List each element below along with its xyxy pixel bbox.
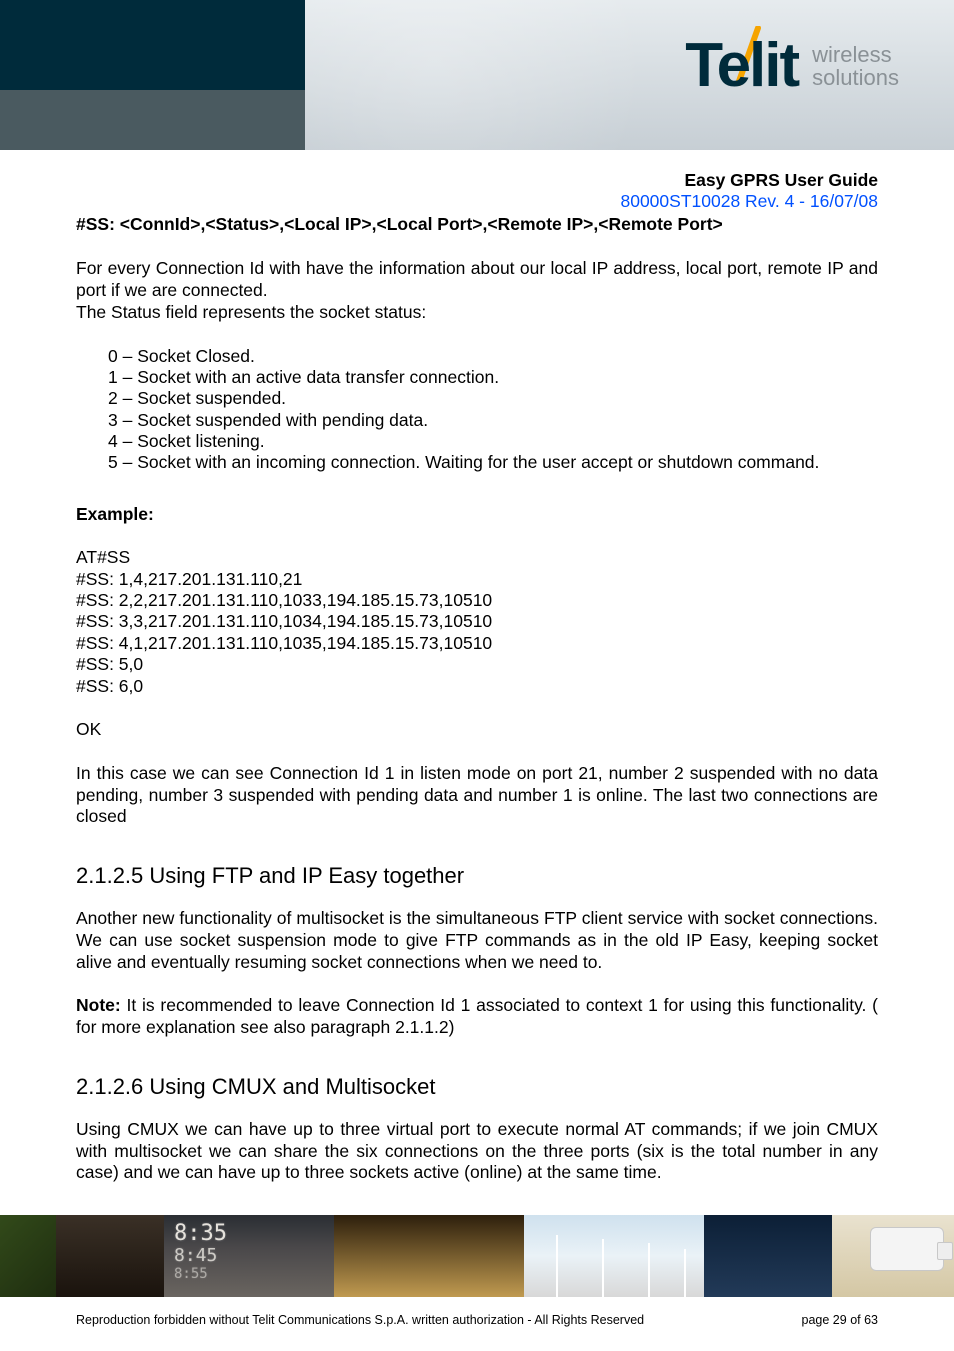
section-cmux-p1: Using CMUX we can have up to three virtu… [76,1119,878,1185]
status-item: 2 – Socket suspended. [108,388,878,409]
example-label: Example: [76,504,878,526]
intro-paragraph-2: The Status field represents the socket s… [76,302,878,324]
brand-name: Telit [685,38,798,94]
footer-photo-1 [0,1215,56,1297]
turbine-icon [684,1249,686,1297]
example-line: #SS: 2,2,217.201.131.110,1033,194.185.15… [76,590,878,611]
footer-photo-2 [56,1215,164,1297]
status-item: 0 – Socket Closed. [108,346,878,367]
status-item: 3 – Socket suspended with pending data. [108,410,878,431]
clock-icon: 8:358:458:55 [174,1223,227,1281]
brand-tag-1: wireless [812,43,899,66]
doc-revision: 80000ST10028 Rev. 4 - 16/07/08 [76,191,878,212]
brand-logo: Telit wireless solutions [685,38,899,94]
status-list: 0 – Socket Closed. 1 – Socket with an ac… [76,346,878,474]
doc-header: Easy GPRS User Guide 80000ST10028 Rev. 4… [0,150,954,212]
brand-tagline: wireless solutions [812,43,899,89]
turbine-icon [556,1235,558,1297]
ok-line: OK [76,719,878,741]
intro-paragraph-1: For every Connection Id with have the in… [76,258,878,302]
page-footer: Reproduction forbidden without Telit Com… [0,1313,954,1327]
note-rest: It is recommended to leave Connection Id… [76,995,878,1037]
example-line: AT#SS [76,547,878,568]
section-heading-ftp: 2.1.2.5 Using FTP and IP Easy together [76,862,878,890]
example-line: #SS: 5,0 [76,654,878,675]
ss-format-line: #SS: <ConnId>,<Status>,<Local IP>,<Local… [76,214,878,236]
section-heading-cmux: 2.1.2.6 Using CMUX and Multisocket [76,1073,878,1101]
camera-icon [870,1227,944,1271]
status-item: 5 – Socket with an incoming connection. … [108,452,878,473]
example-line: #SS: 4,1,217.201.131.110,1035,194.185.15… [76,633,878,654]
page-body: #SS: <ConnId>,<Status>,<Local IP>,<Local… [0,214,954,1184]
doc-title: Easy GPRS User Guide [76,170,878,191]
status-item: 1 – Socket with an active data transfer … [108,367,878,388]
turbine-icon [648,1243,650,1297]
brand-wordmark: Telit [685,38,798,94]
status-item: 4 – Socket listening. [108,431,878,452]
footer-photo-3: 8:358:458:55 [164,1215,334,1297]
footer-photo-4 [334,1215,524,1297]
after-example-paragraph: In this case we can see Connection Id 1 … [76,763,878,829]
footer-page-number: page 29 of 63 [802,1313,878,1327]
footer-photo-6 [704,1215,832,1297]
example-block: AT#SS #SS: 1,4,217.201.131.110,21 #SS: 2… [76,547,878,696]
example-line: #SS: 1,4,217.201.131.110,21 [76,569,878,590]
section-ftp-note: Note: It is recommended to leave Connect… [76,995,878,1039]
footer-photo-strip: 8:358:458:55 [0,1215,954,1297]
footer-photo-7 [832,1215,954,1297]
note-label: Note: [76,995,121,1015]
footer-copyright: Reproduction forbidden without Telit Com… [76,1313,644,1327]
header-banner: Telit wireless solutions [0,0,954,150]
section-ftp-p1: Another new functionality of multisocket… [76,908,878,974]
turbine-icon [602,1239,604,1297]
example-line: #SS: 3,3,217.201.131.110,1034,194.185.15… [76,611,878,632]
footer-photo-5 [524,1215,704,1297]
brand-tag-2: solutions [812,66,899,89]
banner-grey-block [0,90,305,150]
banner-dark-block [0,0,305,90]
example-line: #SS: 6,0 [76,676,878,697]
